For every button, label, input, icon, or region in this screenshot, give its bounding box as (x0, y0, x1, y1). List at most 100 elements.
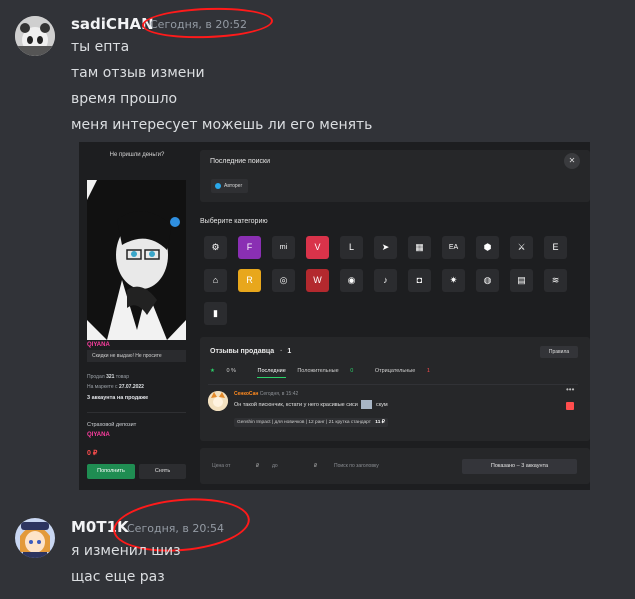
seller-avatar-image (87, 180, 186, 340)
tiktok-icon[interactable]: ♪ (374, 269, 397, 292)
review-date: Сегодня, в 15:42 (259, 391, 299, 397)
supercell-icon[interactable]: ▦ (408, 236, 431, 259)
accounts-on-sale[interactable]: 3 аккаунта на продаже (87, 395, 148, 401)
review-text: Он такой писюнчик, кстати у него красивы… (234, 400, 388, 409)
avatar[interactable] (15, 518, 55, 558)
message-line: я изменил шиз (71, 543, 181, 559)
market-label: На маркете с (87, 384, 118, 390)
username[interactable]: sadiCHAN (71, 15, 154, 33)
title-search-input[interactable]: Поиск по заголовку (334, 463, 379, 469)
message-line: там отзыв измени (71, 65, 205, 81)
stats-icon[interactable]: ▮ (204, 302, 227, 325)
price-to-input[interactable]: до (272, 463, 278, 469)
seller-sales: Продал 321 товар (87, 374, 129, 380)
categories-title: Выберите категорию (200, 218, 268, 225)
review-item-tag[interactable]: Genshin Impact | для новичков | 12 ранг … (234, 418, 388, 427)
reviewer-author: СенкоСан (234, 391, 259, 397)
reviews-count: 1 (287, 348, 292, 355)
price-from-input[interactable]: Цена от (212, 463, 230, 469)
chip-label: Авторег (224, 183, 243, 189)
anime-avatar-icon (15, 518, 55, 558)
fortnite-icon[interactable]: F (238, 236, 261, 259)
star-icon: ★ (210, 368, 215, 374)
currency-symbol: ₽ (256, 463, 260, 469)
message-timestamp: Сегодня, в 20:52 (150, 18, 248, 31)
cinema-icon[interactable]: ▤ (510, 269, 533, 292)
deposit-amount: 0 ₽ (87, 450, 98, 457)
escape-icon[interactable]: ⌂ (204, 269, 227, 292)
message-timestamp: Сегодня, в 20:54 (127, 522, 225, 535)
vpn-icon[interactable]: ◍ (476, 269, 499, 292)
tab-latest[interactable]: Последние (257, 368, 286, 378)
tab-positive[interactable]: Положительные 0 (297, 368, 363, 374)
wot-icon[interactable]: ⬢ (476, 236, 499, 259)
league-icon[interactable]: L (340, 236, 363, 259)
uplay-icon[interactable]: ◎ (272, 269, 295, 292)
topup-button[interactable]: Пополнить (87, 464, 135, 479)
deposit-name: QIYANA (87, 432, 110, 438)
reviewer-name[interactable]: СенкоСан Сегодня, в 15:42 (234, 391, 298, 397)
warface-icon[interactable]: ⚔ (510, 236, 533, 259)
embedded-screenshot[interactable]: Не пришли деньги? QIYANA Скидки не выдаю… (79, 142, 590, 490)
deposit-section: Страховой депозит QIYANA 0 ₽ Пополнить С… (87, 412, 186, 482)
withdraw-button[interactable]: Снять (139, 464, 186, 479)
recent-searches-panel: Последние поиски ✕ Авторег (200, 150, 590, 202)
reviewer-avatar[interactable] (208, 391, 228, 411)
tab-negative-label: Отрицательные (374, 368, 416, 374)
seller-name[interactable]: QIYANA (87, 342, 110, 348)
tab-negative[interactable]: Отрицательные 1 (375, 368, 440, 374)
review-text-end: скум (375, 401, 388, 408)
thumbs-down-icon (566, 402, 574, 410)
review-tag-price: 11 ₽ (375, 420, 385, 425)
review-item: СенкоСан Сегодня, в 15:42 Он такой писюн… (208, 384, 578, 427)
rules-button[interactable]: Правила (540, 346, 578, 358)
valorant-icon[interactable]: V (306, 236, 329, 259)
sales-label: Продал (87, 374, 105, 380)
sales-count: 321 (106, 374, 115, 380)
wargaming-icon[interactable]: W (306, 269, 329, 292)
tab-positive-label: Положительные (297, 368, 339, 374)
rockstar-icon[interactable]: R (238, 269, 261, 292)
reviews-title-text: Отзывы продавца (210, 348, 275, 355)
telegram-icon (215, 182, 221, 189)
spotify-icon[interactable]: ≋ (544, 269, 567, 292)
message-line: меня интересует можешь ли его менять (71, 117, 373, 133)
message-line: время прошло (71, 91, 178, 107)
review-tag-text: Genshin Impact | для новичков | 12 ранг … (237, 420, 371, 425)
money-not-received-link[interactable]: Не пришли деньги? (87, 152, 187, 158)
ea-icon[interactable]: EA (442, 236, 465, 259)
more-icon[interactable]: ••• (566, 385, 574, 394)
steam-icon[interactable]: ⚙ (204, 236, 227, 259)
market-panel: Последние поиски ✕ Авторег Выберите кате… (200, 150, 590, 490)
market-date: 27.07.2022 (118, 384, 144, 390)
reviews-title: Отзывы продавца · 1 (210, 348, 291, 355)
seller-sidebar: Не пришли деньги? QIYANA Скидки не выдаю… (79, 142, 193, 490)
panda-avatar-icon (15, 16, 55, 56)
telegram-icon[interactable]: ➤ (374, 236, 397, 259)
negative-count: 1 (426, 368, 430, 374)
rating-percent: ★ 0 % (210, 368, 246, 374)
message-line: щас еще раз (71, 569, 165, 585)
positive-count: 0 (350, 368, 354, 374)
show-results-button[interactable]: Показано – 3 аккаунта (462, 459, 577, 474)
close-icon[interactable]: ✕ (564, 153, 580, 169)
avatar[interactable] (15, 16, 55, 56)
username[interactable]: M0T1K (71, 518, 129, 536)
message-line: ты епта (71, 39, 130, 55)
instagram-icon[interactable]: ◘ (408, 269, 431, 292)
discord-icon[interactable]: ◉ (340, 269, 363, 292)
recent-searches-title: Последние поиски (210, 158, 271, 165)
bullet-separator: · (280, 348, 283, 355)
review-tabs: ★ 0 % Последние Положительные 0 Отрицате… (210, 368, 450, 378)
currency-symbol: ₽ (314, 463, 318, 469)
epic-icon[interactable]: E (544, 236, 567, 259)
seller-market-since: На маркете с 27.07.2022 (87, 384, 144, 390)
discord-chat: sadiCHAN Сегодня, в 20:52 ты епта там от… (0, 0, 635, 599)
review-text-body: Он такой писюнчик, кстати у него красивы… (234, 401, 358, 408)
recent-search-chip[interactable]: Авторег (211, 179, 249, 193)
mihoyo-icon[interactable]: mi (272, 236, 295, 259)
emoji-image (361, 400, 373, 409)
battlenet-icon[interactable]: ✷ (442, 269, 465, 292)
filter-panel: Цена от ₽ до ₽ Поиск по заголовку Показа… (200, 448, 590, 484)
deposit-title: Страховой депозит (87, 422, 137, 428)
